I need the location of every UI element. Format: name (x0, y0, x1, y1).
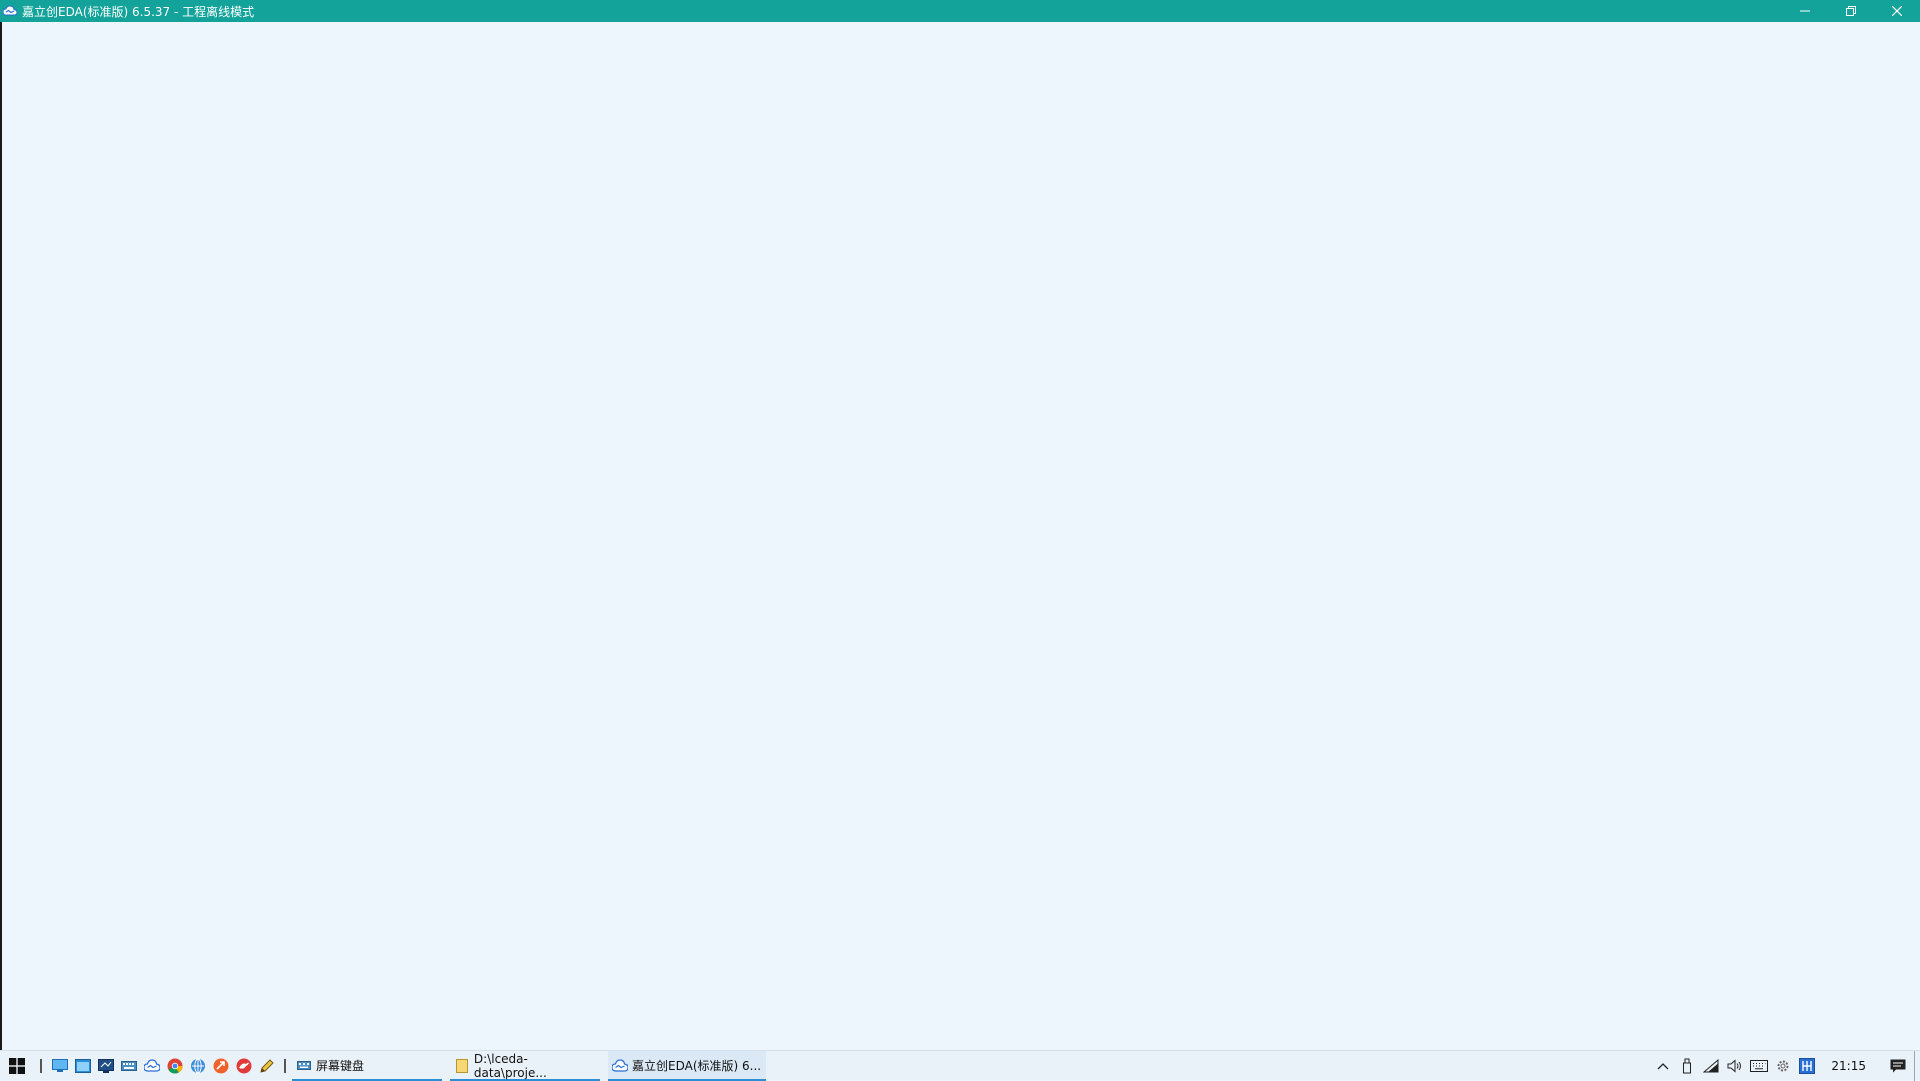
taskbar: 屏幕键盘 D:\lceda-data\proje... 嘉立创EDA(标准版) … (0, 1050, 1920, 1081)
taskbar-item-onscreen-keyboard[interactable]: 屏幕键盘 (292, 1051, 442, 1081)
chevron-up-icon[interactable] (1651, 1051, 1675, 1081)
window-icon[interactable] (71, 1051, 94, 1081)
network-icon[interactable] (186, 1051, 209, 1081)
taskbar-item-label: 嘉立创EDA(标准版) 6... (632, 1059, 762, 1073)
easyeda-cloud-icon (2, 3, 18, 19)
clock[interactable]: 21:15 (1831, 1059, 1866, 1073)
bird-app-icon[interactable] (232, 1051, 255, 1081)
keyboard-icon[interactable] (117, 1051, 140, 1081)
gear-icon[interactable] (1771, 1051, 1795, 1081)
volume-icon[interactable] (1723, 1051, 1747, 1081)
minimize-icon (1800, 10, 1810, 12)
restore-button[interactable] (1828, 0, 1874, 22)
close-button[interactable] (1874, 0, 1920, 22)
quick-launch-toolbar (48, 1051, 278, 1081)
windows-logo-icon (9, 1057, 25, 1074)
close-icon (1892, 6, 1902, 16)
usb-icon[interactable] (1675, 1051, 1699, 1081)
system-tray: 21:15 (1651, 1051, 1920, 1081)
notification-icon (1890, 1059, 1906, 1073)
taskbar-item-file-explorer[interactable]: D:\lceda-data\proje... (450, 1051, 600, 1081)
minimize-button[interactable] (1782, 0, 1828, 22)
easyeda-icon[interactable] (140, 1051, 163, 1081)
start-button[interactable] (0, 1051, 34, 1081)
wifi-icon[interactable] (1699, 1051, 1723, 1081)
toolbar-separator (40, 1058, 42, 1073)
arrow-app-icon[interactable] (209, 1051, 232, 1081)
taskbar-item-label: D:\lceda-data\proje... (473, 1051, 547, 1080)
keyboard-icon[interactable] (1747, 1051, 1771, 1081)
chrome-icon[interactable] (163, 1051, 186, 1081)
folder-icon (454, 1058, 470, 1074)
restore-icon (1846, 6, 1856, 16)
remote-desktop-icon[interactable] (94, 1051, 117, 1081)
easyeda-cloud-icon (612, 1058, 628, 1074)
taskbar-item-easyeda[interactable]: 嘉立创EDA(标准版) 6... (608, 1050, 766, 1081)
title-bar[interactable]: 嘉立创EDA(标准版) 6.5.37 - 工程离线模式 (0, 0, 1920, 22)
notification-center-button[interactable] (1882, 1051, 1914, 1081)
toolbar-separator (284, 1058, 286, 1073)
pencil-icon[interactable] (255, 1051, 278, 1081)
app-client-area[interactable] (0, 22, 1920, 1050)
window-title: 嘉立创EDA(标准版) 6.5.37 - 工程离线模式 (22, 4, 255, 19)
taskbar-item-label: 屏幕键盘 (316, 1059, 365, 1073)
show-desktop-button[interactable] (1914, 1051, 1920, 1081)
input-method-icon[interactable] (1795, 1051, 1819, 1081)
keyboard-icon (296, 1058, 312, 1074)
desktop-icon[interactable] (48, 1051, 71, 1081)
